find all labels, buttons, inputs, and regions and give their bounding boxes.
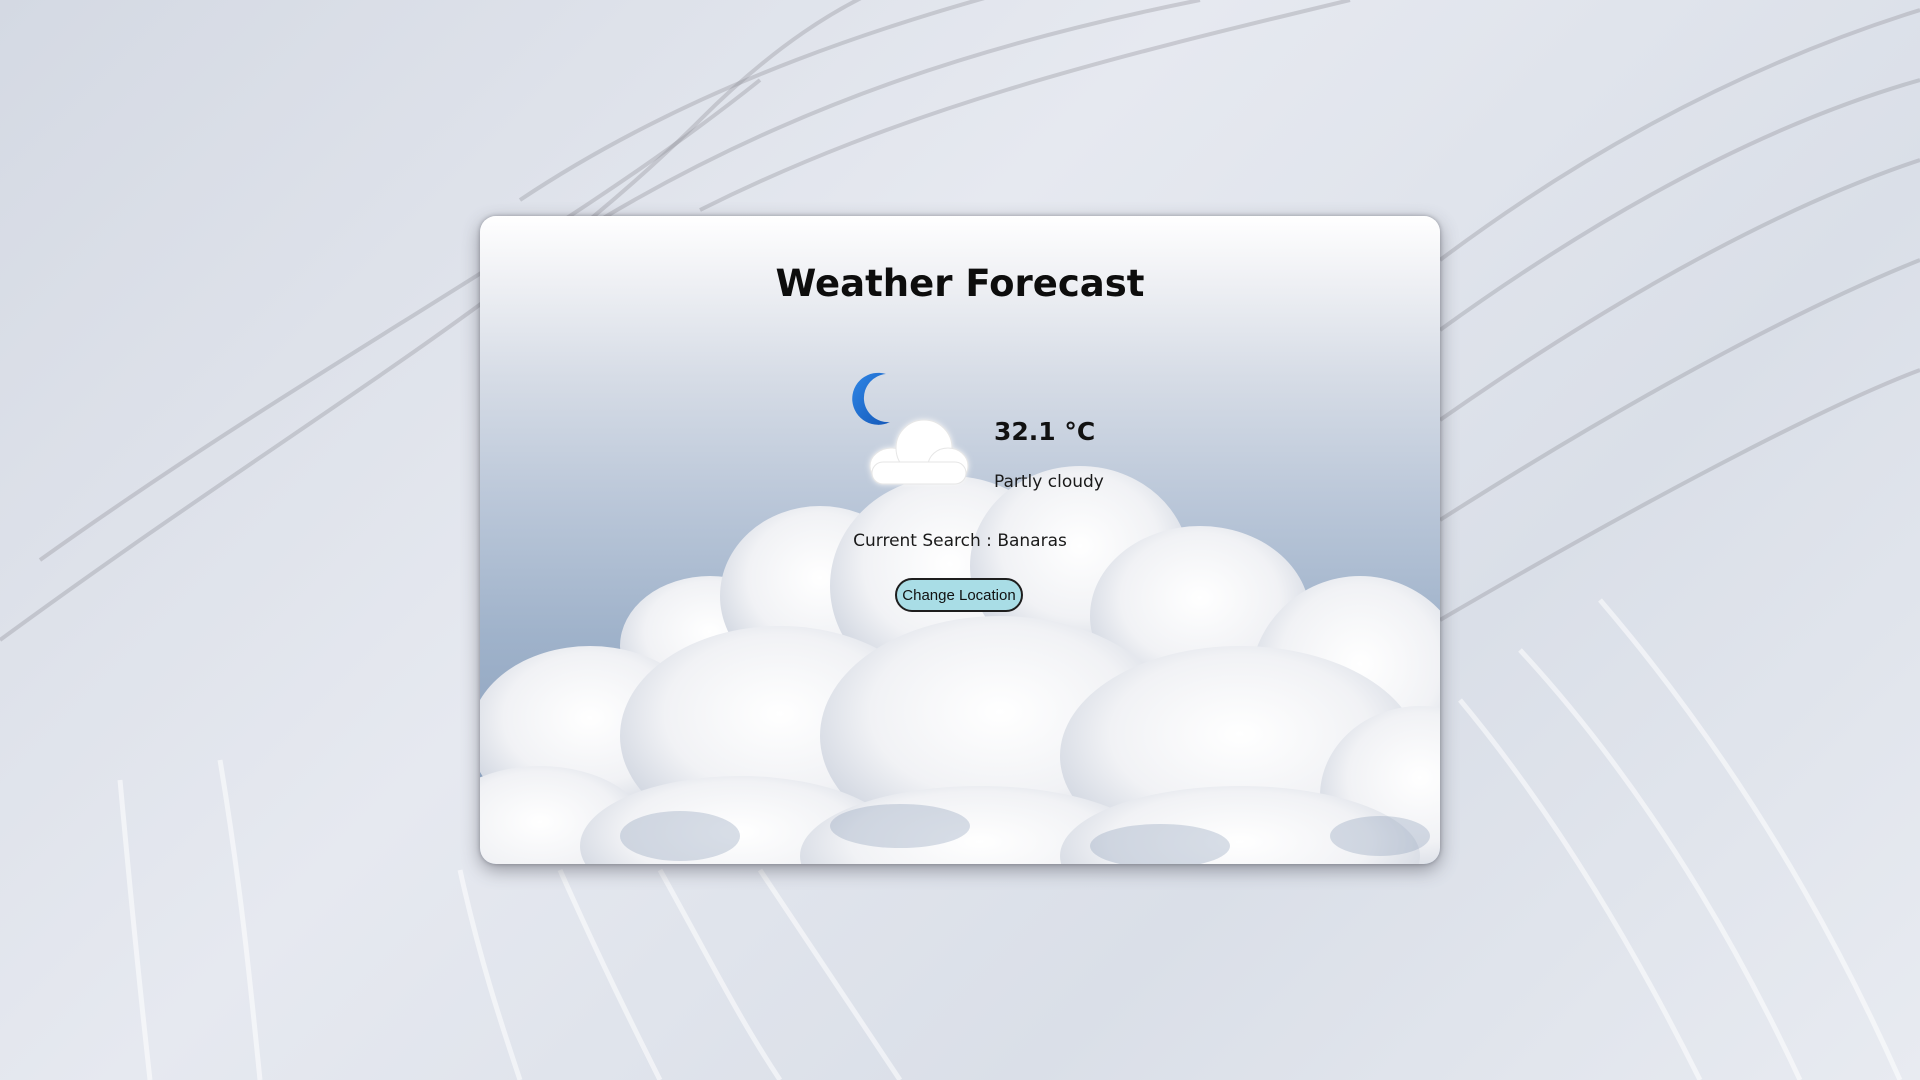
weather-condition: Partly cloudy <box>994 472 1104 492</box>
moon-cloud-icon <box>852 372 969 485</box>
current-search-label: Current Search : Banaras <box>853 531 1067 551</box>
temperature-value: 32.1 °C <box>994 417 1096 446</box>
weather-card: Weather Forecast 32.1 °C Partly cloudy C… <box>480 216 1440 864</box>
change-location-button[interactable]: Change Location <box>895 578 1023 612</box>
page-title: Weather Forecast <box>775 262 1145 305</box>
